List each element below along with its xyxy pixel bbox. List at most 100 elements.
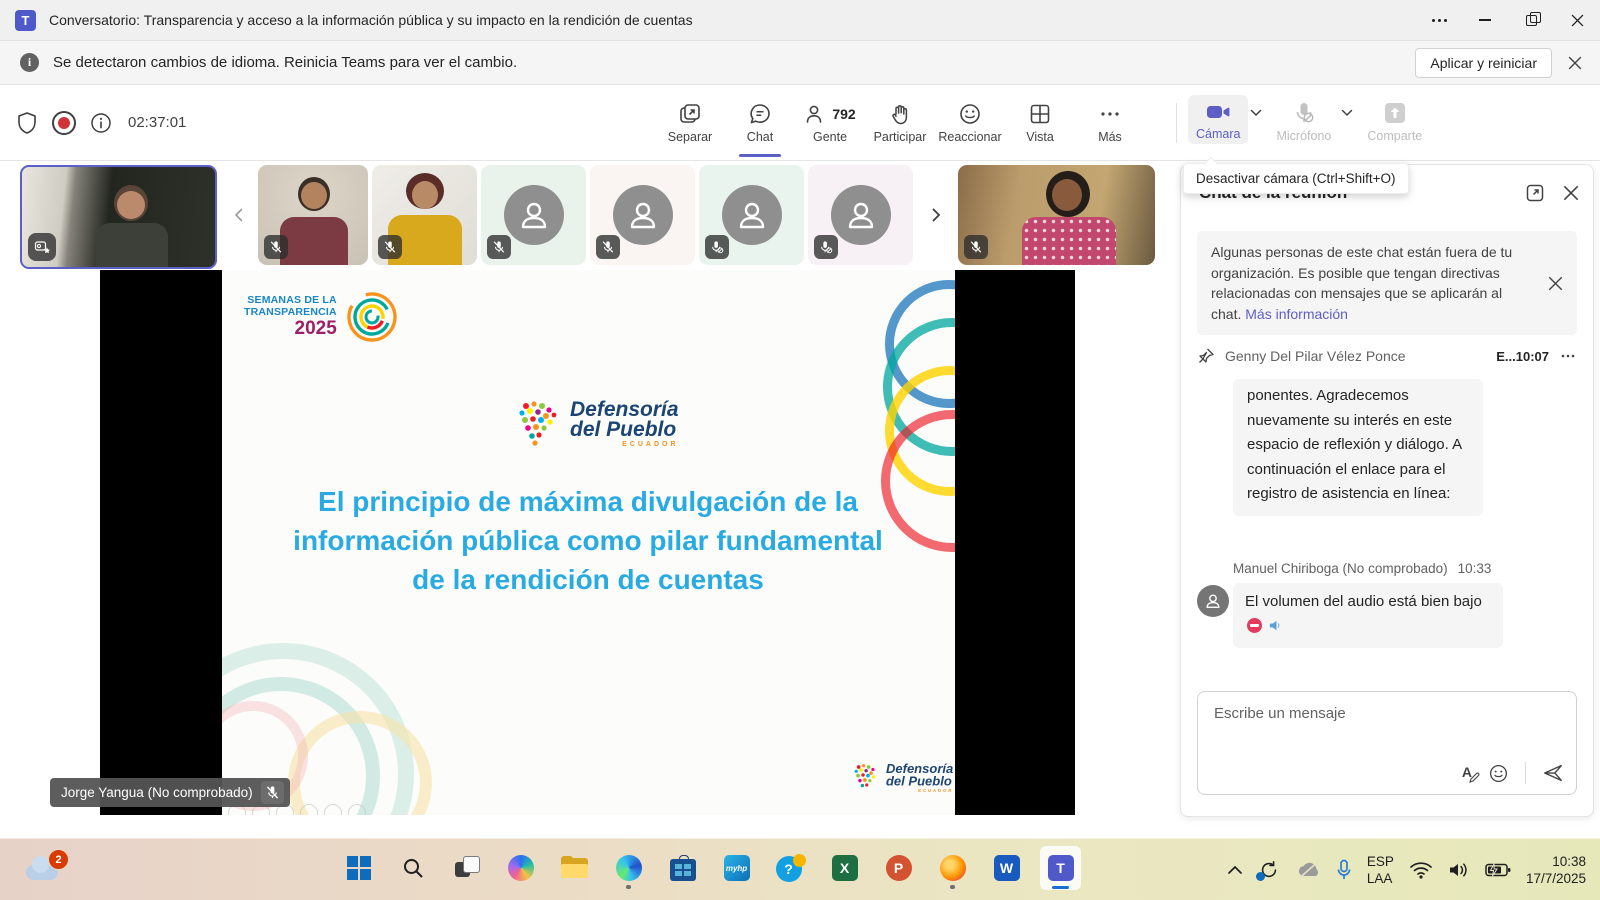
presenter-control-dot[interactable] <box>300 804 318 815</box>
tab-chat[interactable]: Chat <box>725 85 795 160</box>
camera-chevron-down-icon[interactable] <box>1250 109 1262 117</box>
update-available-icon[interactable] <box>1258 859 1280 881</box>
close-chat-icon[interactable] <box>1563 185 1579 201</box>
battery-charging-icon[interactable] <box>1485 863 1511 877</box>
running-indicator <box>950 885 955 889</box>
presenter-name-tag: Jorge Yangua (No comprobado) <box>50 778 290 807</box>
org-country: ECUADOR <box>570 441 679 448</box>
presentation-stage: SEMANAS DE LA TRANSPARENCIA 2025 <box>100 270 1075 815</box>
firefox-button[interactable] <box>932 846 973 890</box>
language-indicator[interactable]: ESP LAA <box>1367 853 1394 887</box>
microphone-button[interactable]: Micrófono <box>1268 95 1339 146</box>
mic-disabled-icon <box>1291 100 1317 126</box>
avatar <box>613 185 673 245</box>
window-minimize-button[interactable] <box>1462 0 1508 40</box>
toolbar-tabs: Separar Chat 792 Gente Participar Rea <box>655 85 1145 160</box>
mic-chevron-down-icon[interactable] <box>1341 109 1353 117</box>
video-effects-button[interactable] <box>28 233 56 261</box>
view-grid-icon <box>1028 102 1052 126</box>
wifi-icon[interactable] <box>1409 861 1433 879</box>
participant-avatar-tile[interactable] <box>481 165 586 265</box>
tab-gente[interactable]: 792 Gente <box>795 85 865 160</box>
tab-mas[interactable]: Más <box>1075 85 1145 160</box>
excel-button[interactable]: X <box>824 846 865 890</box>
windows-taskbar: 2 <box>0 838 1600 900</box>
myhp-button[interactable]: myhp <box>716 846 757 890</box>
weather-widget[interactable]: 2 <box>24 849 70 891</box>
pin-icon <box>1197 347 1215 365</box>
meeting-timer: 02:37:01 <box>128 114 186 131</box>
copilot-button[interactable] <box>500 846 541 890</box>
mic-off-icon <box>969 240 983 254</box>
message-options-icon[interactable] <box>1559 347 1577 365</box>
update-dot <box>1256 872 1265 881</box>
tab-reaccionar[interactable]: Reaccionar <box>935 85 1005 160</box>
taskbar-clock[interactable]: 10:38 17/7/2025 <box>1526 853 1586 887</box>
emoji-button[interactable] <box>1488 763 1509 784</box>
chat-message-meta: Manuel Chiriboga (No comprobado) 10:33 <box>1233 561 1563 576</box>
tab-label: Vista <box>1026 130 1054 144</box>
file-explorer-button[interactable] <box>554 846 595 890</box>
org-country: ECUADOR <box>886 789 953 793</box>
window-more-button[interactable] <box>1416 0 1462 40</box>
tab-participar[interactable]: Participar <box>865 85 935 160</box>
popout-chat-icon[interactable] <box>1525 183 1545 203</box>
tab-vista[interactable]: Vista <box>1005 85 1075 160</box>
restore-icon <box>1526 15 1537 26</box>
self-video-tile[interactable] <box>20 165 217 269</box>
edge-button[interactable] <box>608 846 649 890</box>
person-icon <box>735 198 769 232</box>
search-icon <box>401 856 425 880</box>
avatar <box>831 185 891 245</box>
start-button[interactable] <box>338 846 379 890</box>
word-button[interactable]: W <box>986 846 1027 890</box>
apply-restart-button[interactable]: Aplicar y reiniciar <box>1415 48 1552 78</box>
participant-video-tile[interactable] <box>372 165 477 265</box>
camera-label: Cámara <box>1196 127 1240 141</box>
format-button[interactable]: A <box>1462 764 1472 782</box>
teams-taskbar-button[interactable]: T <box>1040 846 1081 890</box>
tab-separar[interactable]: Separar <box>655 85 725 160</box>
banner-close-button[interactable] <box>1568 56 1582 70</box>
presenter-control-dot[interactable] <box>348 804 366 815</box>
camera-button[interactable]: Cámara <box>1188 95 1248 144</box>
notice-more-info-link[interactable]: Más información <box>1245 306 1348 322</box>
participant-avatar-tile[interactable] <box>699 165 804 265</box>
meeting-info-icon[interactable] <box>90 112 112 134</box>
microsoft-store-button[interactable] <box>662 846 703 890</box>
mic-unavailable-icon <box>819 240 833 254</box>
raise-hand-icon <box>888 102 912 126</box>
mic-off-icon <box>601 240 615 254</box>
volume-icon[interactable] <box>1448 861 1470 879</box>
tray-mic-icon[interactable] <box>1336 859 1352 881</box>
participant-avatar-tile[interactable] <box>808 165 913 265</box>
powerpoint-button[interactable]: P <box>878 846 919 890</box>
send-button[interactable] <box>1542 762 1564 784</box>
minimize-icon <box>1479 19 1491 20</box>
presenter-control-dot[interactable] <box>324 804 342 815</box>
meeting-toolbar: 02:37:01 Separar Chat 792 Gente P <box>0 85 1600 161</box>
chat-message-input[interactable] <box>1212 704 1546 723</box>
strip-scroll-left-button[interactable] <box>224 165 252 265</box>
taskbar-search-button[interactable] <box>392 846 433 890</box>
avatar <box>504 185 564 245</box>
window-close-button[interactable] <box>1554 0 1600 40</box>
window-restore-button[interactable] <box>1508 0 1554 40</box>
onedrive-paused-icon[interactable] <box>1295 860 1321 880</box>
participant-video-tile[interactable] <box>958 165 1155 265</box>
participant-torso <box>1022 217 1116 265</box>
event-logo-line1: SEMANAS DE LA <box>244 294 337 306</box>
tray-chevron-up-icon[interactable] <box>1227 865 1243 875</box>
get-help-button[interactable]: ? <box>770 846 811 890</box>
active-app-indicator <box>1052 886 1069 889</box>
participant-video-tile[interactable] <box>258 165 368 265</box>
message-author: Manuel Chiriboga (No comprobado) <box>1233 561 1448 576</box>
close-icon <box>1548 276 1563 291</box>
toolbar-divider <box>1176 103 1177 143</box>
participant-torso <box>96 223 168 267</box>
participant-avatar-tile[interactable] <box>590 165 695 265</box>
task-view-button[interactable] <box>446 846 487 890</box>
info-icon: i <box>20 53 39 72</box>
strip-scroll-right-button[interactable] <box>922 165 950 265</box>
notice-close-button[interactable] <box>1548 276 1563 291</box>
